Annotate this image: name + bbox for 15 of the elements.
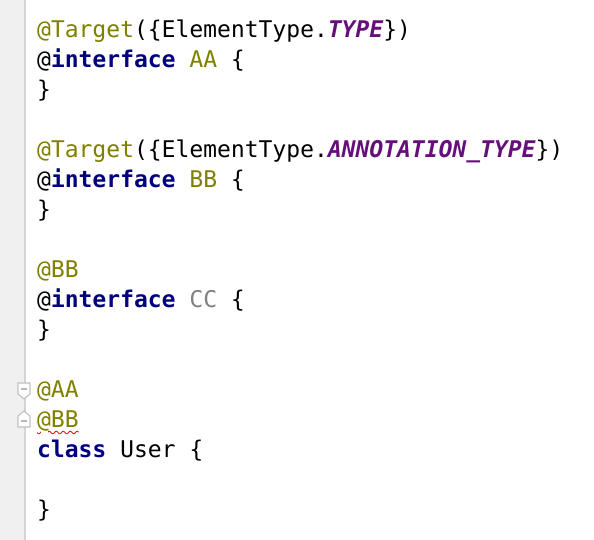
code-line: } [37, 497, 51, 523]
code-line: @AA [37, 377, 79, 403]
code-line: @BB [37, 407, 79, 433]
code-line: class User { [37, 437, 204, 463]
code-line: } [37, 77, 51, 103]
code-line: @interface BB { [37, 167, 245, 193]
fold-icon[interactable] [17, 410, 31, 428]
code-line: @Target({ElementType.TYPE}) [37, 17, 411, 43]
code-line: @interface AA { [37, 47, 245, 73]
code-line: @Target({ElementType.ANNOTATION_TYPE}) [37, 137, 564, 163]
fold-icon[interactable] [17, 382, 31, 400]
code-line: } [37, 317, 51, 343]
code-line: @BB [37, 257, 79, 283]
code-line: } [37, 197, 51, 223]
code-line: @interface CC { [37, 287, 245, 313]
